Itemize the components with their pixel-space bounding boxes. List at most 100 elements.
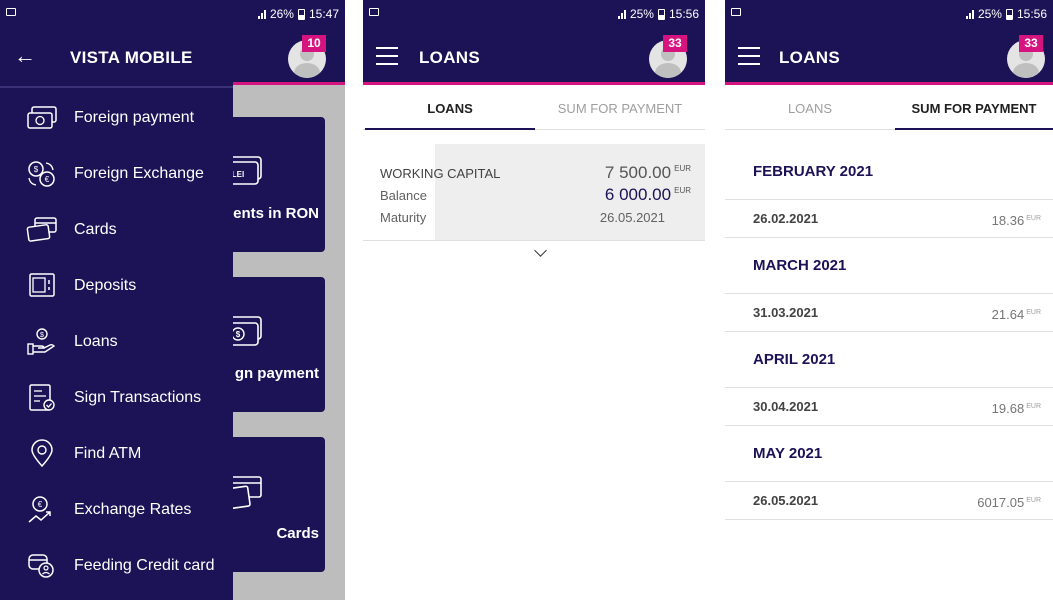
screen-loans-list: 25% 15:56 LOANS 33 LOANS SUM FOR PAYMENT… bbox=[363, 0, 705, 600]
foreign-payment-icon bbox=[27, 106, 57, 129]
back-arrow-icon[interactable]: ← bbox=[14, 44, 36, 68]
payment-amount: 19.68 EUR bbox=[991, 401, 1041, 416]
payment-row[interactable]: 26.05.2021 6017.05 EUR bbox=[725, 482, 1053, 520]
menu-label: Deposits bbox=[74, 277, 137, 294]
menu-item-loans[interactable]: $ Loans bbox=[0, 314, 233, 370]
svg-text:€: € bbox=[38, 500, 43, 509]
location-pin-icon bbox=[31, 439, 53, 468]
payment-amount: 18.36 EUR bbox=[991, 213, 1041, 228]
navigation-drawer: ← VISTA MOBILE Foreign payment $ € Forei… bbox=[0, 28, 233, 600]
battery-percent: 26% bbox=[269, 7, 294, 21]
exchange-icon: $ € bbox=[28, 161, 55, 187]
drawer-menu: Foreign payment $ € Foreign Exchange Car… bbox=[0, 90, 233, 594]
notification-badge[interactable]: 10 bbox=[302, 35, 326, 52]
app-bar: LOANS 33 bbox=[725, 28, 1053, 85]
menu-icon[interactable] bbox=[738, 47, 760, 65]
payment-date: 26.05.2021 bbox=[753, 493, 819, 508]
maturity-label: Maturity bbox=[380, 210, 427, 225]
tile-label: Cards bbox=[276, 525, 319, 542]
screen-sum-for-payment: 25% 15:56 LOANS 33 LOANS SUM FOR PAYMENT… bbox=[725, 0, 1053, 600]
battery-icon bbox=[1005, 8, 1013, 20]
menu-item-feeding-credit-card[interactable]: Feeding Credit card bbox=[0, 538, 233, 594]
svg-text:€: € bbox=[45, 175, 50, 184]
drawer-title: VISTA MOBILE bbox=[70, 48, 193, 67]
status-bar: 25% 15:56 bbox=[725, 0, 1053, 28]
menu-item-find-atm[interactable]: Find ATM bbox=[0, 426, 233, 482]
exchange-rates-icon: € bbox=[28, 496, 51, 523]
loan-name: WORKING CAPITAL bbox=[380, 166, 501, 181]
loan-amount: 7 500.00 EUR bbox=[604, 163, 691, 182]
payment-row[interactable]: 30.04.2021 19.68 EUR bbox=[725, 388, 1053, 426]
status-right: 25% 15:56 bbox=[965, 7, 1047, 21]
signal-icon bbox=[965, 9, 974, 19]
svg-text:$: $ bbox=[40, 332, 44, 339]
loan-balance: 6 000.00 EUR bbox=[604, 185, 691, 204]
month-header: MARCH 2021 bbox=[725, 238, 1053, 294]
tab-sum-for-payment[interactable]: SUM FOR PAYMENT bbox=[895, 88, 1053, 130]
menu-label: Cards bbox=[74, 221, 117, 238]
tab-bar: LOANS SUM FOR PAYMENT bbox=[363, 88, 705, 130]
menu-item-cards[interactable]: Cards bbox=[0, 202, 233, 258]
payment-row[interactable]: 26.02.2021 18.36 EUR bbox=[725, 200, 1053, 238]
menu-label: Loans bbox=[74, 333, 118, 350]
battery-icon bbox=[297, 8, 305, 20]
battery-percent: 25% bbox=[629, 7, 654, 21]
menu-label: Exchange Rates bbox=[74, 501, 192, 518]
signal-icon bbox=[257, 9, 266, 19]
menu-icon[interactable] bbox=[376, 47, 398, 65]
tab-sum-for-payment[interactable]: SUM FOR PAYMENT bbox=[535, 88, 705, 130]
svg-text:LEI: LEI bbox=[232, 170, 244, 179]
drawer-header: ← VISTA MOBILE bbox=[0, 28, 233, 88]
picture-notification-icon bbox=[731, 8, 741, 16]
menu-label: Find ATM bbox=[74, 445, 142, 462]
app-bar: LOANS 33 bbox=[363, 28, 705, 85]
signal-icon bbox=[617, 9, 626, 19]
menu-item-deposits[interactable]: Deposits bbox=[0, 258, 233, 314]
menu-item-sign-transactions[interactable]: Sign Transactions bbox=[0, 370, 233, 426]
cards-icon bbox=[26, 217, 57, 242]
notification-badge[interactable]: 33 bbox=[1019, 35, 1043, 52]
page-title: LOANS bbox=[779, 48, 840, 67]
payment-row[interactable]: 31.03.2021 21.64 EUR bbox=[725, 294, 1053, 332]
payment-date: 30.04.2021 bbox=[753, 399, 819, 414]
clock: 15:56 bbox=[1016, 7, 1047, 21]
status-bar: 25% 15:56 bbox=[363, 0, 705, 28]
status-bar: 26% 15:47 bbox=[0, 0, 345, 28]
month-header: FEBRUARY 2021 bbox=[725, 144, 1053, 200]
svg-text:$: $ bbox=[236, 330, 241, 339]
chevron-down-icon[interactable] bbox=[534, 244, 547, 257]
payment-date: 26.02.2021 bbox=[753, 211, 819, 226]
battery-icon bbox=[657, 8, 665, 20]
battery-percent: 25% bbox=[977, 7, 1002, 21]
payment-schedule: FEBRUARY 2021 26.02.2021 18.36 EUR MARCH … bbox=[725, 144, 1053, 520]
payment-date: 31.03.2021 bbox=[753, 305, 819, 320]
picture-notification-icon bbox=[6, 8, 16, 16]
clock: 15:47 bbox=[308, 7, 339, 21]
menu-item-foreign-exchange[interactable]: $ € Foreign Exchange bbox=[0, 146, 233, 202]
status-right: 26% 15:47 bbox=[257, 7, 339, 21]
svg-text:$: $ bbox=[34, 165, 39, 174]
loan-maturity: 26.05.2021 bbox=[599, 210, 665, 225]
tile-label: ents in RON bbox=[233, 205, 319, 222]
loans-icon: $ bbox=[27, 328, 56, 355]
payment-amount: 6017.05 EUR bbox=[977, 495, 1041, 510]
menu-item-foreign-payment[interactable]: Foreign payment bbox=[0, 90, 233, 146]
tab-bar: LOANS SUM FOR PAYMENT bbox=[725, 88, 1053, 130]
deposits-icon bbox=[29, 273, 55, 297]
sign-icon bbox=[29, 384, 55, 411]
payment-amount: 21.64 EUR bbox=[991, 307, 1041, 322]
balance-label: Balance bbox=[380, 188, 427, 203]
notification-badge[interactable]: 33 bbox=[663, 35, 687, 52]
picture-notification-icon bbox=[369, 8, 379, 16]
month-header: MAY 2021 bbox=[725, 426, 1053, 482]
menu-item-exchange-rates[interactable]: € Exchange Rates bbox=[0, 482, 233, 538]
loan-card[interactable]: WORKING CAPITAL Balance Maturity 7 500.0… bbox=[363, 144, 705, 241]
status-right: 25% 15:56 bbox=[617, 7, 699, 21]
feeding-card-icon bbox=[28, 554, 54, 578]
tab-loans[interactable]: LOANS bbox=[365, 88, 535, 130]
page-title: LOANS bbox=[419, 48, 480, 67]
menu-label: Feeding Credit card bbox=[74, 557, 215, 574]
tab-loans[interactable]: LOANS bbox=[725, 88, 895, 130]
menu-label: Foreign payment bbox=[74, 109, 195, 126]
clock: 15:56 bbox=[668, 7, 699, 21]
